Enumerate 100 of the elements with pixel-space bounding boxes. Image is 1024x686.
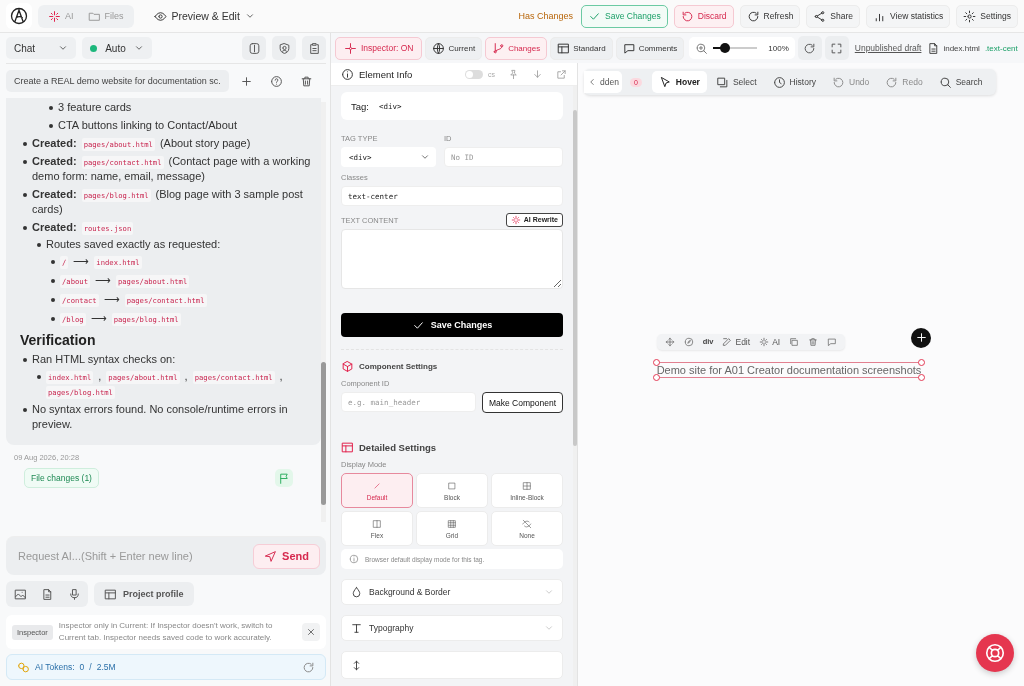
- capsule-button[interactable]: [242, 36, 266, 60]
- mode-dropdown[interactable]: Preview & Edit: [147, 8, 261, 24]
- clock-icon: [772, 75, 786, 89]
- tokens-label: AI Tokens:: [35, 662, 75, 672]
- refresh-icon[interactable]: [302, 660, 315, 674]
- bullet-icon: [51, 298, 55, 302]
- chat-title[interactable]: Create a REAL demo website for documentation sc.: [6, 70, 229, 92]
- trash-icon: [300, 74, 314, 88]
- layout-icon: [341, 441, 354, 454]
- collapsible-section[interactable]: Background & Border: [341, 579, 563, 605]
- zoom-in-icon: [695, 41, 709, 55]
- message-text: Ran HTML syntax checks on:: [32, 352, 177, 367]
- header-button[interactable]: Refresh: [739, 4, 801, 28]
- bullet-icon: [23, 193, 27, 197]
- plus-icon: [240, 74, 254, 88]
- view-tab[interactable]: Standard: [550, 36, 613, 60]
- move-icon[interactable]: [664, 336, 675, 347]
- microphone-icon: [67, 587, 81, 601]
- save-changes-button[interactable]: Save Changes: [341, 313, 563, 337]
- square-icon: [447, 480, 457, 491]
- flag-button[interactable]: [275, 469, 293, 487]
- selected-element[interactable]: Demo site for A01 Creator documentation screenshots: [656, 361, 922, 378]
- app-logo[interactable]: [6, 3, 32, 29]
- comment-icon[interactable]: [827, 336, 838, 347]
- draft-link[interactable]: Unpublished draft: [854, 43, 922, 53]
- header-button[interactable]: View statistics: [866, 4, 951, 28]
- header-button[interactable]: Share: [806, 4, 861, 28]
- preview-tool[interactable]: Search: [931, 71, 990, 93]
- shield-button[interactable]: [272, 36, 296, 60]
- send-icon: [264, 549, 278, 563]
- clipboard-button[interactable]: [302, 36, 326, 60]
- chevron-down-icon: [58, 43, 68, 53]
- branch-icon: [492, 41, 506, 55]
- view-tab[interactable]: Changes: [485, 36, 548, 60]
- copy-icon[interactable]: [789, 336, 800, 347]
- add-button[interactable]: [911, 327, 932, 348]
- compass-icon[interactable]: [683, 336, 694, 347]
- pin-icon[interactable]: [508, 68, 519, 80]
- model-select[interactable]: Auto: [82, 37, 152, 59]
- bullet-icon: [23, 142, 27, 146]
- tokens-limit: 2.5M: [96, 662, 116, 672]
- comment-icon: [622, 41, 636, 55]
- mode-select[interactable]: Chat: [6, 37, 76, 59]
- cube-icon: [341, 360, 354, 373]
- refresh-icon: [746, 9, 760, 23]
- view-tab[interactable]: Comments: [615, 36, 685, 60]
- header-button[interactable]: Discard: [673, 4, 734, 28]
- help-button[interactable]: [976, 634, 1014, 672]
- text-content-field[interactable]: [341, 229, 563, 289]
- arrow-down-icon[interactable]: [532, 68, 543, 80]
- sparkle-icon: [48, 9, 61, 23]
- image-icon: [13, 587, 27, 601]
- css-toggle[interactable]: [465, 69, 483, 79]
- edit-button[interactable]: Edit: [722, 336, 751, 347]
- close-button[interactable]: [302, 623, 320, 641]
- project-profile-button[interactable]: Project profile: [94, 582, 194, 606]
- scrollbar[interactable]: [321, 102, 326, 522]
- info-icon: [349, 554, 359, 564]
- drop-icon: [350, 585, 363, 599]
- settings-icon: [963, 9, 977, 23]
- zoom-reading: 100%: [768, 43, 789, 53]
- trash-icon[interactable]: [808, 336, 819, 347]
- section-title: Detailed Settings: [359, 442, 437, 453]
- layout-icon: [557, 41, 571, 55]
- info-icon: [341, 67, 354, 81]
- collapsible-section[interactable]: Typography: [341, 615, 563, 641]
- chat-input[interactable]: Request AI...(Shift + Enter new line) Send: [6, 536, 326, 575]
- external-link-icon[interactable]: [556, 68, 567, 80]
- message-heading: Verification: [20, 332, 97, 348]
- view-tab[interactable]: Current: [425, 36, 483, 60]
- header-button[interactable]: Settings: [956, 4, 1018, 28]
- bullet-icon: [23, 226, 27, 230]
- preview-tool[interactable]: History: [765, 71, 823, 93]
- status-label: Has Changes: [518, 11, 573, 21]
- make-component-button[interactable]: Make Component: [481, 392, 563, 413]
- bullet-icon: [51, 260, 55, 264]
- close-icon: [306, 627, 316, 637]
- file-changes-button[interactable]: File changes (1): [24, 468, 99, 488]
- hidden-toggle[interactable]: dden: [584, 71, 622, 93]
- chevron-down-icon: [420, 152, 430, 162]
- send-button[interactable]: Send: [253, 543, 320, 569]
- file-name: index.html: [927, 41, 980, 55]
- inspector-toggle[interactable]: Inspector: ON: [335, 36, 423, 60]
- chevron-down-icon: [244, 11, 255, 21]
- chevron-down-icon: [134, 43, 144, 53]
- preview-tool[interactable]: Select: [708, 71, 764, 93]
- bullet-icon: [49, 106, 53, 110]
- slash-icon: [372, 480, 382, 491]
- bullet-icon: [51, 279, 55, 283]
- bullet-icon: [37, 375, 41, 379]
- status-dot: [90, 44, 97, 52]
- fullscreen-button[interactable]: [824, 36, 849, 60]
- scrollbar[interactable]: [573, 86, 577, 686]
- bullet-icon: [23, 358, 27, 362]
- preview-tool[interactable]: Hover: [651, 71, 707, 93]
- tag-label: Tag:: [351, 100, 369, 112]
- ai-button[interactable]: AI: [759, 336, 781, 347]
- lifebuoy-icon: [984, 642, 1006, 664]
- reload-button[interactable]: [797, 36, 822, 60]
- crosshair-icon: [344, 41, 357, 55]
